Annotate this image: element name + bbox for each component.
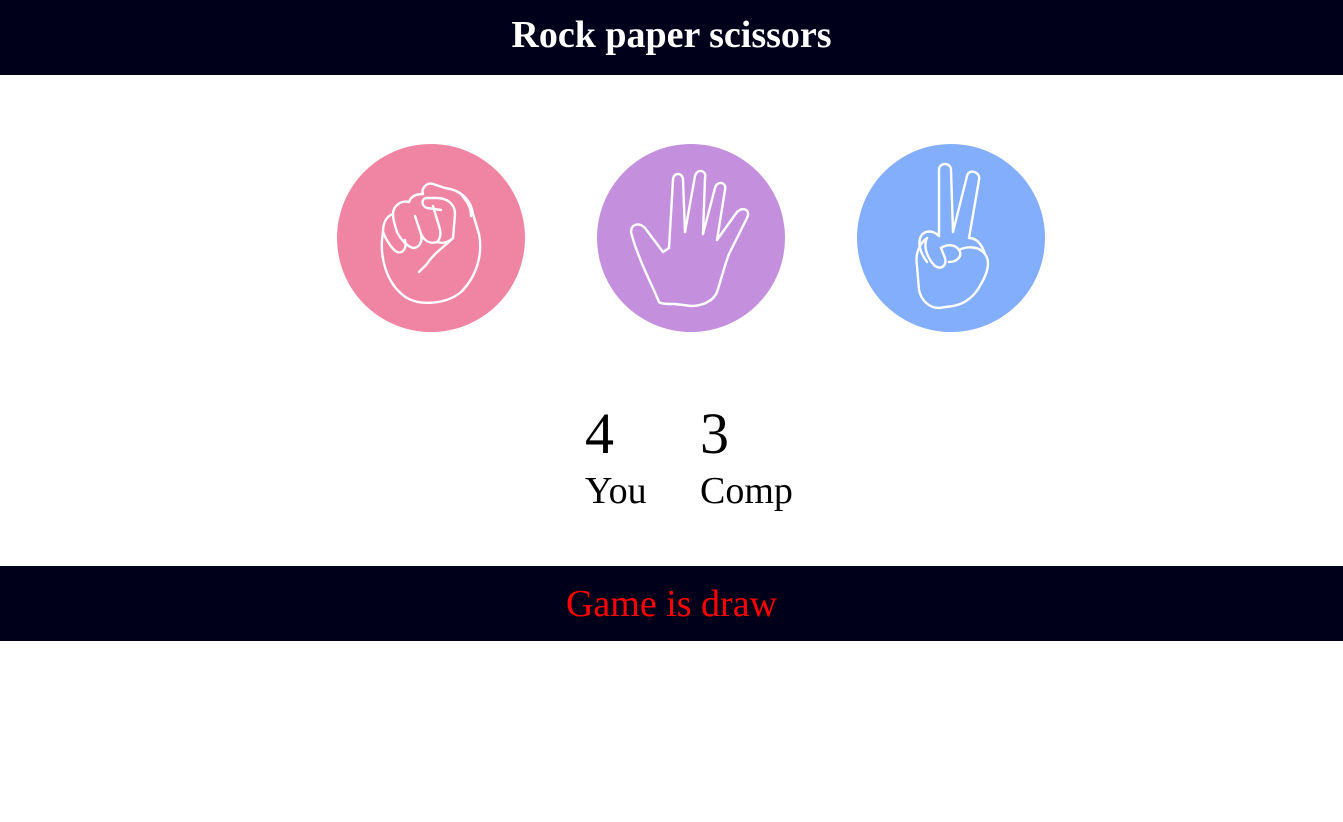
comp-score-value: 3 — [700, 401, 729, 466]
open-hand-icon — [597, 144, 785, 332]
result-message: Game is draw — [565, 583, 778, 625]
paper-choice-button[interactable] — [597, 144, 785, 332]
comp-score-label: Comp — [700, 470, 793, 512]
page-title: Rock paper scissors — [511, 14, 832, 56]
comp-score: 3 Comp — [700, 400, 793, 514]
scissors-choice-button[interactable] — [857, 144, 1045, 332]
score-board: 4 You 3 Comp — [585, 400, 845, 520]
peace-hand-icon — [857, 144, 1045, 332]
user-score: 4 You — [585, 400, 647, 514]
rock-choice-button[interactable] — [337, 144, 525, 332]
message-bar: Game is draw — [0, 566, 1343, 641]
user-score-label: You — [585, 470, 647, 512]
user-score-value: 4 — [585, 401, 614, 466]
game-title-bar: Rock paper scissors — [0, 0, 1343, 75]
fist-icon — [337, 144, 525, 332]
choices-row — [0, 144, 1343, 332]
